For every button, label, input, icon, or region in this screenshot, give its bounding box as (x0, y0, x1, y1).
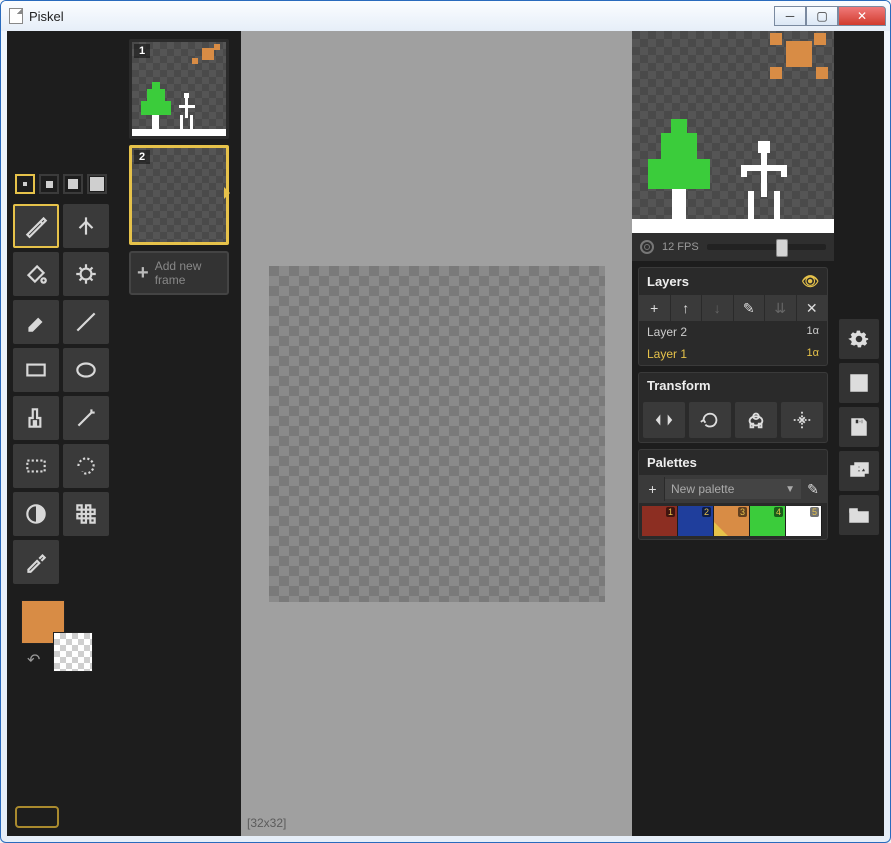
move-tool[interactable] (13, 396, 59, 440)
dropdown-icon: ▼ (785, 484, 795, 495)
layer-alpha: 1α (807, 347, 819, 361)
clone-button[interactable] (735, 402, 777, 438)
add-layer-button[interactable]: + (639, 295, 671, 321)
palette-select[interactable]: New palette ▼ (665, 479, 801, 499)
utility-strip (834, 31, 884, 836)
settings-button[interactable] (839, 319, 879, 359)
flip-button[interactable] (643, 402, 685, 438)
add-frame-button[interactable]: + Add new frame (129, 251, 229, 295)
layers-panel: Layers 👁 + ↑ ↓ ✎ ⇊ ✕ Layer 2 1α Layer 1 (638, 267, 828, 366)
right-panels: 12 FPS Layers 👁 + ↑ ↓ ✎ ⇊ ✕ Layer (632, 31, 834, 836)
palette-color-4[interactable]: 4 (750, 506, 786, 536)
import-button[interactable] (839, 495, 879, 535)
save-button[interactable] (839, 407, 879, 447)
window-close-button[interactable]: ✕ (838, 6, 886, 26)
edit-layer-button[interactable]: ✎ (734, 295, 766, 321)
canvas-dimensions: [32x32] (247, 816, 286, 830)
plus-icon: + (137, 262, 149, 285)
frame-number: 2 (134, 150, 150, 164)
layer-row[interactable]: Layer 1 1α (639, 343, 827, 365)
resize-button[interactable] (839, 363, 879, 403)
merge-layer-button[interactable]: ⇊ (765, 295, 797, 321)
color-picker-tool[interactable] (13, 540, 59, 584)
export-button[interactable] (839, 451, 879, 491)
onion-skin-icon[interactable] (640, 240, 654, 254)
animation-preview[interactable] (632, 31, 834, 233)
preview-layers-icon[interactable]: 👁 (801, 273, 819, 290)
secondary-color-swatch[interactable] (53, 632, 93, 672)
layer-up-button[interactable]: ↑ (671, 295, 703, 321)
center-button[interactable] (781, 402, 823, 438)
pen-tool[interactable] (13, 204, 59, 248)
drawing-canvas[interactable] (269, 266, 605, 602)
window-maximize-button[interactable]: ▢ (806, 6, 838, 26)
palette-color-1[interactable]: 1 (642, 506, 678, 536)
app-body: ↶ 1 2 + Add new frame (7, 31, 884, 836)
layers-title: Layers (647, 274, 689, 289)
stroke-tool[interactable] (63, 300, 109, 344)
titlebar: Piskel ─ ▢ ✕ (1, 1, 890, 31)
mirror-pen-tool[interactable] (63, 204, 109, 248)
pen-size-3[interactable] (63, 174, 83, 194)
pen-size-2[interactable] (39, 174, 59, 194)
frame-thumb-1[interactable]: 1 (129, 39, 229, 139)
palettes-title: Palettes (647, 455, 697, 470)
layer-name: Layer 1 (647, 347, 687, 361)
layer-alpha: 1α (807, 325, 819, 339)
palette-colors: 1 2 3 4 5 (639, 503, 827, 539)
pen-size-1[interactable] (15, 174, 35, 194)
frame-number: 1 (134, 44, 150, 58)
transform-panel: Transform (638, 372, 828, 443)
color-swatches: ↶ (21, 600, 119, 680)
tool-grid (13, 204, 119, 584)
dither-tool[interactable] (63, 492, 109, 536)
circle-tool[interactable] (63, 348, 109, 392)
app-icon (9, 8, 23, 24)
pen-size-4[interactable] (87, 174, 107, 194)
add-palette-button[interactable]: + (641, 477, 665, 501)
layer-name: Layer 2 (647, 325, 687, 339)
window-title: Piskel (29, 9, 64, 24)
edit-palette-button[interactable]: ✎ (801, 477, 825, 501)
palette-color-5[interactable]: 5 (786, 506, 822, 536)
swap-colors-icon[interactable]: ↶ (27, 650, 40, 670)
rotate-button[interactable] (689, 402, 731, 438)
preview-controls: 12 FPS (632, 233, 834, 261)
frames-panel: 1 2 + Add new frame (125, 31, 241, 836)
eraser-tool[interactable] (13, 300, 59, 344)
layer-row[interactable]: Layer 2 1α (639, 321, 827, 343)
window-minimize-button[interactable]: ─ (774, 6, 806, 26)
palettes-panel: Palettes + New palette ▼ ✎ 1 2 3 4 5 (638, 449, 828, 540)
palette-color-3[interactable]: 3 (714, 506, 750, 536)
canvas-area: [32x32] (241, 31, 632, 836)
transform-title: Transform (647, 378, 711, 393)
palette-color-2[interactable]: 2 (678, 506, 714, 536)
fps-label: 12 FPS (662, 241, 699, 253)
wand-tool[interactable] (63, 396, 109, 440)
rectangle-select-tool[interactable] (13, 444, 59, 488)
magic-bucket-tool[interactable] (63, 252, 109, 296)
lasso-select-tool[interactable] (63, 444, 109, 488)
frame-thumb-2[interactable]: 2 (129, 145, 229, 245)
palette-selected-name: New palette (671, 482, 734, 496)
bucket-tool[interactable] (13, 252, 59, 296)
fps-slider[interactable] (707, 244, 826, 250)
keyboard-shortcuts-icon[interactable] (15, 806, 59, 828)
add-frame-label: Add new frame (155, 259, 221, 287)
left-toolbar: ↶ (7, 31, 125, 836)
window-frame: Piskel ─ ▢ ✕ (0, 0, 891, 843)
pen-size-selector (15, 174, 119, 194)
layer-down-button[interactable]: ↓ (702, 295, 734, 321)
lighten-tool[interactable] (13, 492, 59, 536)
delete-layer-button[interactable]: ✕ (797, 295, 828, 321)
rectangle-tool[interactable] (13, 348, 59, 392)
